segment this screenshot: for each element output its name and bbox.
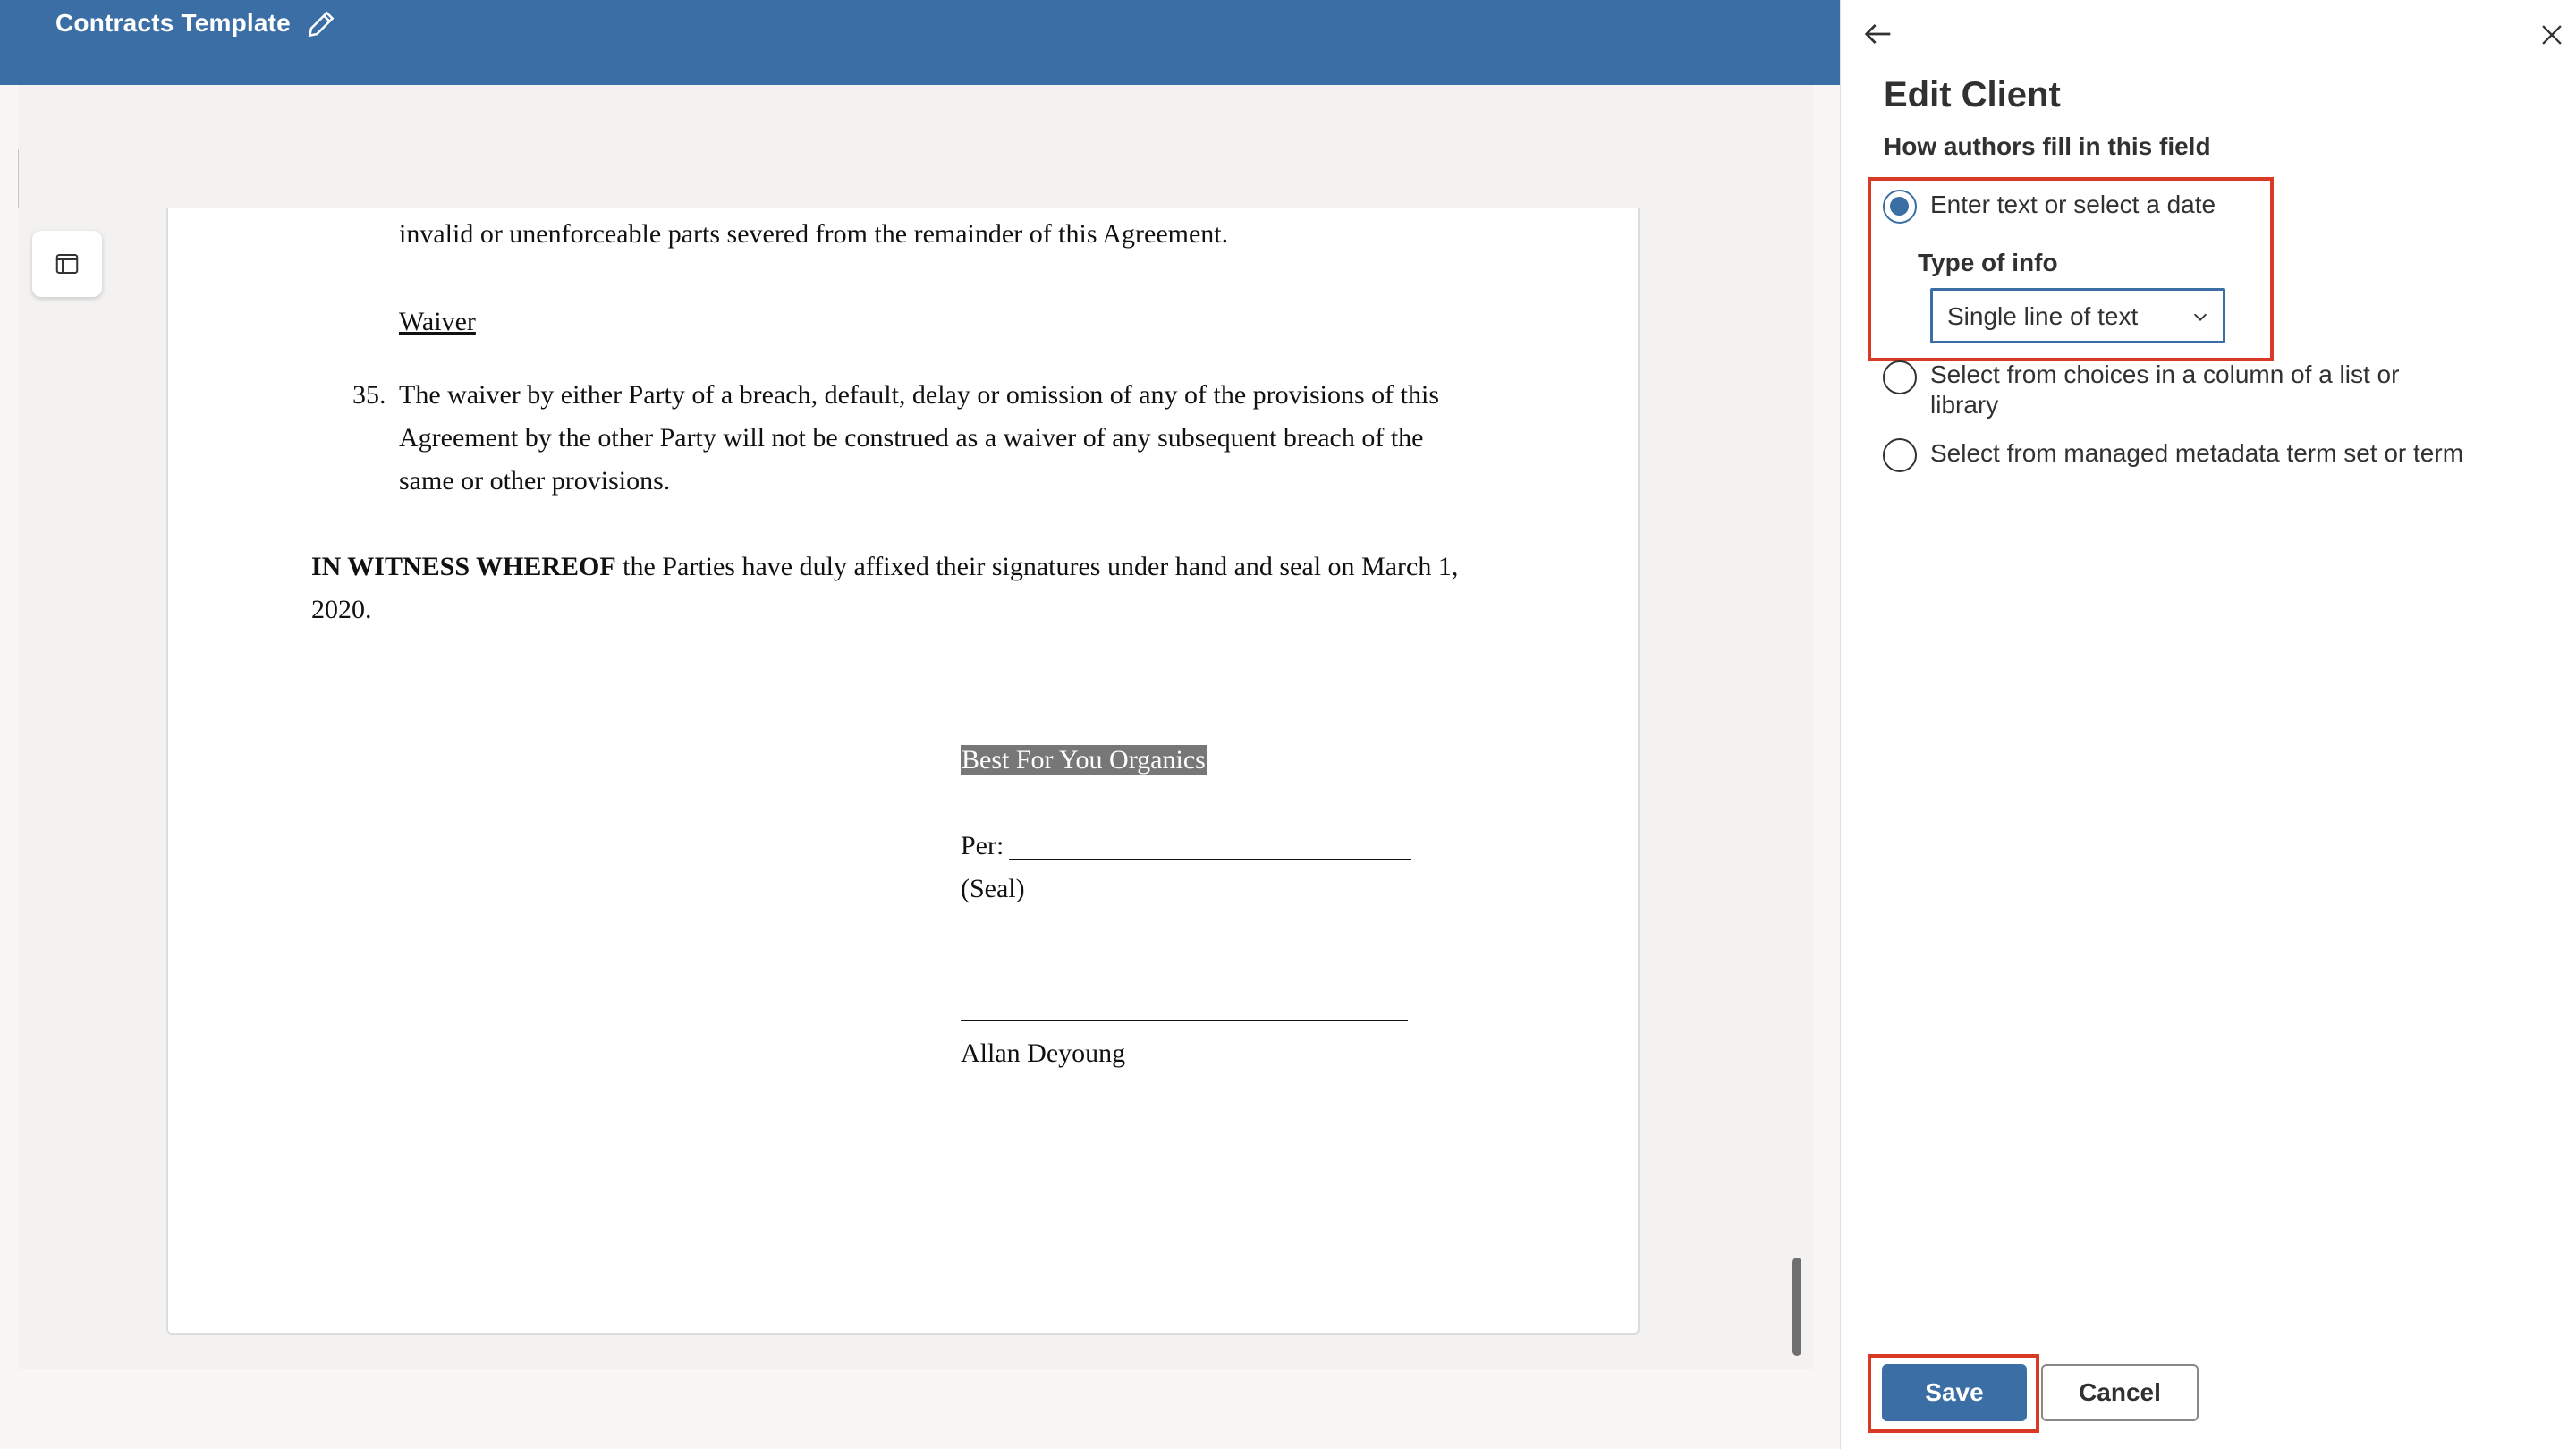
pencil-icon[interactable] [304,7,338,41]
witness-paragraph: IN WITNESS WHEREOF the Parties have duly… [311,546,1458,589]
per-label: Per: [961,831,1004,860]
document-toolbar [18,85,1814,208]
radio-enter-text[interactable] [1883,190,1917,224]
panel-subtitle: How authors fill in this field [1884,132,2211,160]
radio-select-choices[interactable] [1883,360,1917,394]
document-page[interactable]: invalid or unenforceable parts severed f… [166,208,1640,1335]
app-header: Contracts Template [0,0,1840,85]
witness-text: the Parties have duly affixed their sign… [615,552,1459,581]
clause-line: The waiver by either Party of a breach, … [399,380,1440,410]
close-icon[interactable] [2537,20,2567,50]
panel-title: Edit Client [1884,75,2061,114]
option-label: Enter text or select a date [1930,191,2216,218]
witness-bold: IN WITNESS WHEREOF [311,552,616,581]
signatory-name: Allan Deyoung [961,1038,1126,1068]
option-label: Select from choices in a column of a lis… [1930,360,2400,388]
cancel-button[interactable]: Cancel [2041,1364,2199,1421]
save-button[interactable]: Save [1882,1364,2027,1421]
scrollbar-thumb[interactable] [1792,1258,1801,1356]
type-of-info-dropdown[interactable]: Single line of text [1930,288,2225,343]
dropdown-value: Single line of text [1947,302,2139,330]
waiver-heading: Waiver [399,307,476,336]
selected-text[interactable]: Best For You Organics [961,745,1207,775]
witness-line-2: 2020. [311,595,372,624]
signature-line [1009,859,1411,860]
toolbar-divider [18,149,19,208]
clause-line: Agreement by the other Party will not be… [399,423,1424,453]
radio-managed-metadata[interactable] [1883,438,1917,472]
clause-number: 35. [352,380,386,410]
signature-line [961,1020,1408,1021]
document-canvas[interactable]: invalid or unenforceable parts severed f… [18,208,1814,1368]
chevron-down-icon [2193,313,2207,321]
back-arrow-icon[interactable] [1860,16,1896,52]
paragraph-line: invalid or unenforceable parts severed f… [399,219,1229,249]
type-of-info-label: Type of info [1918,249,2058,276]
template-title: Contracts Template [55,9,291,37]
seal-label: (Seal) [961,874,1025,903]
option-label: Select from managed metadata term set or… [1930,439,2464,467]
clause-line: same or other provisions. [399,466,671,496]
company-name[interactable]: Best For You Organics [961,739,1207,782]
page-view-button[interactable] [32,231,102,297]
layout-icon [55,254,79,274]
option-label-continued: library [1930,391,1999,419]
